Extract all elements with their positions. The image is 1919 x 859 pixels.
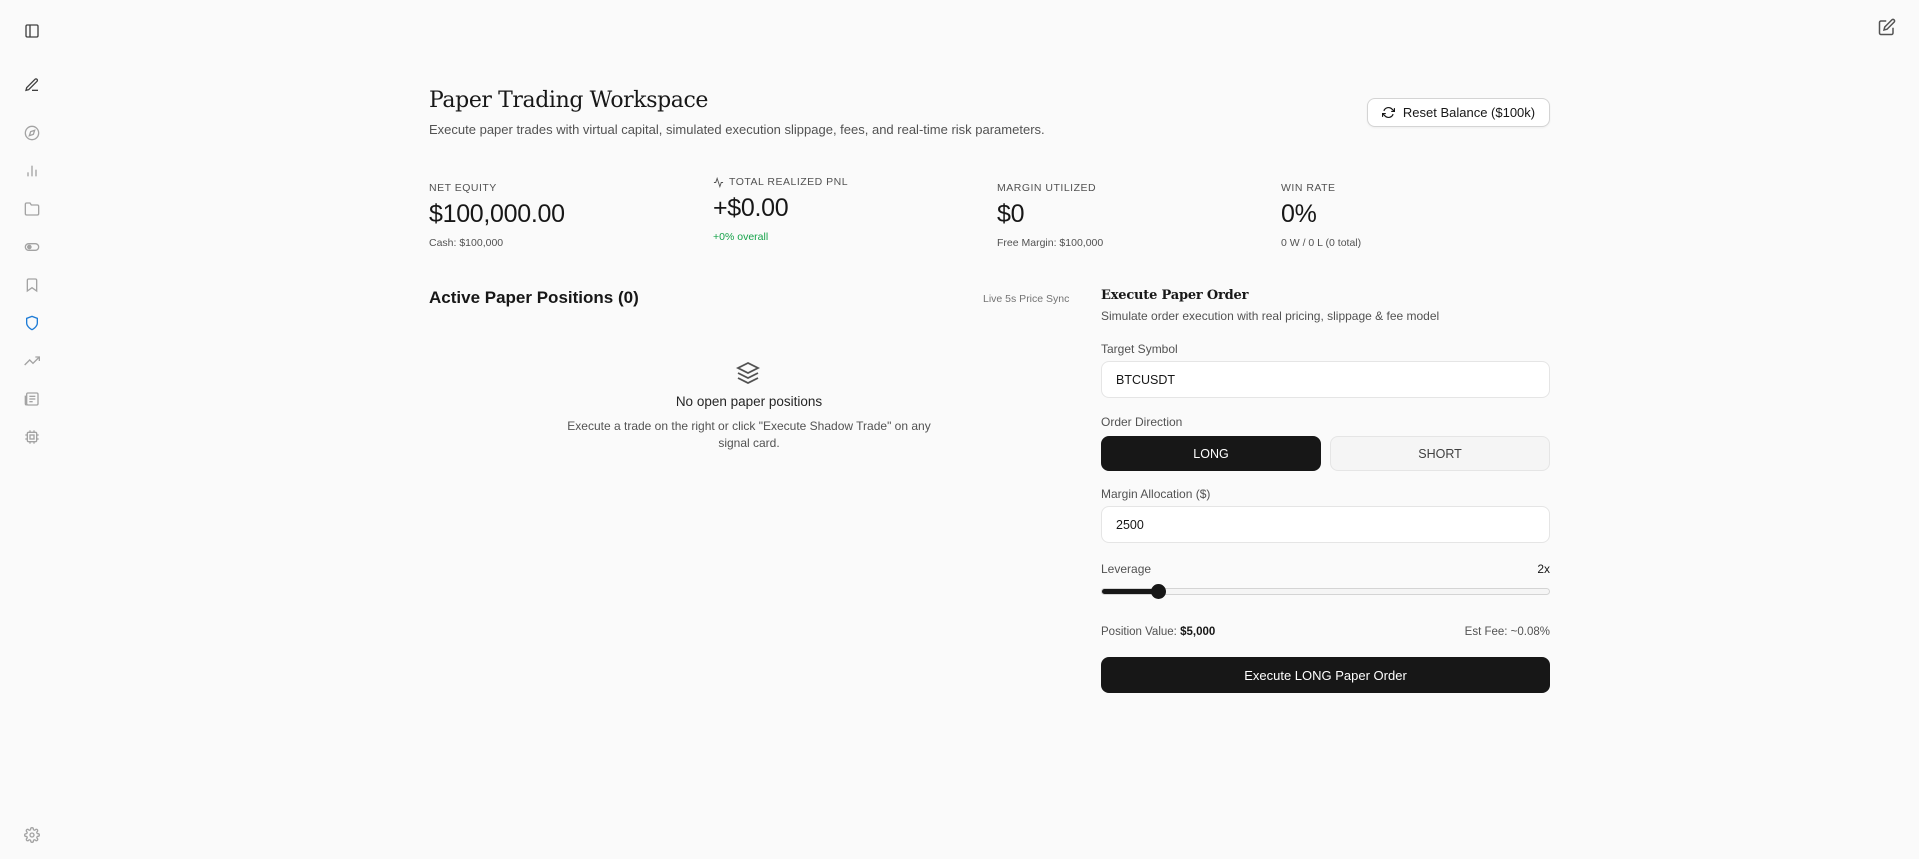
leverage-slider[interactable]	[1101, 584, 1550, 599]
long-button[interactable]: LONG	[1101, 436, 1321, 471]
newspaper-icon[interactable]	[22, 389, 42, 409]
position-value-amount: $5,000	[1180, 626, 1216, 638]
order-subtitle: Simulate order execution with real prici…	[1101, 309, 1440, 323]
stat-label: TOTAL REALIZED PNL	[729, 176, 849, 188]
settings-icon[interactable]	[22, 825, 42, 845]
stat-sub: Cash: $100,000	[429, 237, 504, 249]
sidebar	[0, 0, 64, 859]
bar-chart-icon[interactable]	[22, 161, 42, 181]
bookmark-icon[interactable]	[22, 275, 42, 295]
page-subtitle: Execute paper trades with virtual capita…	[429, 122, 1045, 137]
margin-input[interactable]	[1101, 506, 1550, 543]
stat-value: 0%	[1281, 200, 1317, 228]
compass-icon[interactable]	[22, 123, 42, 143]
toggle-dot-icon[interactable]	[22, 237, 42, 257]
leverage-value: 2x	[1537, 562, 1550, 576]
refresh-icon	[1381, 107, 1395, 118]
activity-icon	[713, 176, 724, 188]
leverage-slider-thumb[interactable]	[1150, 584, 1166, 599]
edit-icon[interactable]	[1877, 17, 1897, 37]
symbol-label: Target Symbol	[1101, 342, 1178, 356]
empty-state-title: No open paper positions	[675, 394, 823, 409]
main-content: Paper Trading Workspace Execute paper tr…	[429, 0, 1550, 859]
stat-margin-utilized: MARGIN UTILIZED $0 Free Margin: $100,000	[997, 182, 1103, 249]
execute-order-button[interactable]: Execute LONG Paper Order	[1101, 657, 1550, 693]
symbol-input[interactable]	[1101, 361, 1550, 398]
new-chat-icon[interactable]	[22, 75, 42, 95]
stat-value: $100,000.00	[429, 200, 565, 228]
page-title: Paper Trading Workspace	[429, 88, 709, 113]
cpu-icon[interactable]	[22, 427, 42, 447]
position-value-label: Position Value:	[1101, 626, 1177, 638]
position-value: Position Value: $5,000	[1101, 626, 1215, 638]
stat-sub: +0% overall	[713, 231, 769, 243]
leverage-label: Leverage	[1101, 562, 1152, 576]
folder-icon[interactable]	[22, 199, 42, 219]
positions-title: Active Paper Positions (0)	[429, 288, 639, 307]
sidebar-toggle-icon[interactable]	[22, 21, 42, 41]
stat-win-rate: WIN RATE 0% 0 W / 0 L (0 total)	[1281, 182, 1361, 249]
live-sync-label: Live 5s Price Sync	[983, 293, 1070, 305]
reset-balance-button[interactable]: Reset Balance ($100k)	[1367, 98, 1550, 127]
stat-value: $0	[997, 200, 1025, 228]
empty-state-description: Execute a trade on the right or click "E…	[567, 419, 931, 450]
order-panel: Execute Paper Order Simulate order execu…	[1101, 288, 1550, 693]
margin-label: Margin Allocation ($)	[1101, 487, 1211, 501]
stat-label: NET EQUITY	[429, 182, 497, 194]
leverage-slider-fill	[1102, 589, 1158, 594]
trending-up-icon[interactable]	[22, 351, 42, 371]
direction-label: Order Direction	[1101, 415, 1183, 429]
stat-net-equity: NET EQUITY $100,000.00 Cash: $100,000	[429, 182, 565, 249]
stat-total-realized-pnl: TOTAL REALIZED PNL +$0.00 +0% overall	[713, 176, 848, 243]
order-title: Execute Paper Order	[1101, 288, 1249, 303]
reset-balance-label: Reset Balance ($100k)	[1402, 105, 1536, 120]
shield-icon[interactable]	[22, 313, 42, 333]
stat-value: +$0.00	[713, 194, 789, 222]
stat-label: WIN RATE	[1281, 182, 1336, 194]
stat-sub: 0 W / 0 L (0 total)	[1281, 237, 1362, 249]
stat-label: MARGIN UTILIZED	[997, 182, 1097, 194]
stat-sub: Free Margin: $100,000	[997, 237, 1104, 249]
estimated-fee: Est Fee: ~0.08%	[1464, 626, 1550, 638]
layers-icon	[735, 361, 761, 385]
short-button[interactable]: SHORT	[1330, 436, 1550, 471]
